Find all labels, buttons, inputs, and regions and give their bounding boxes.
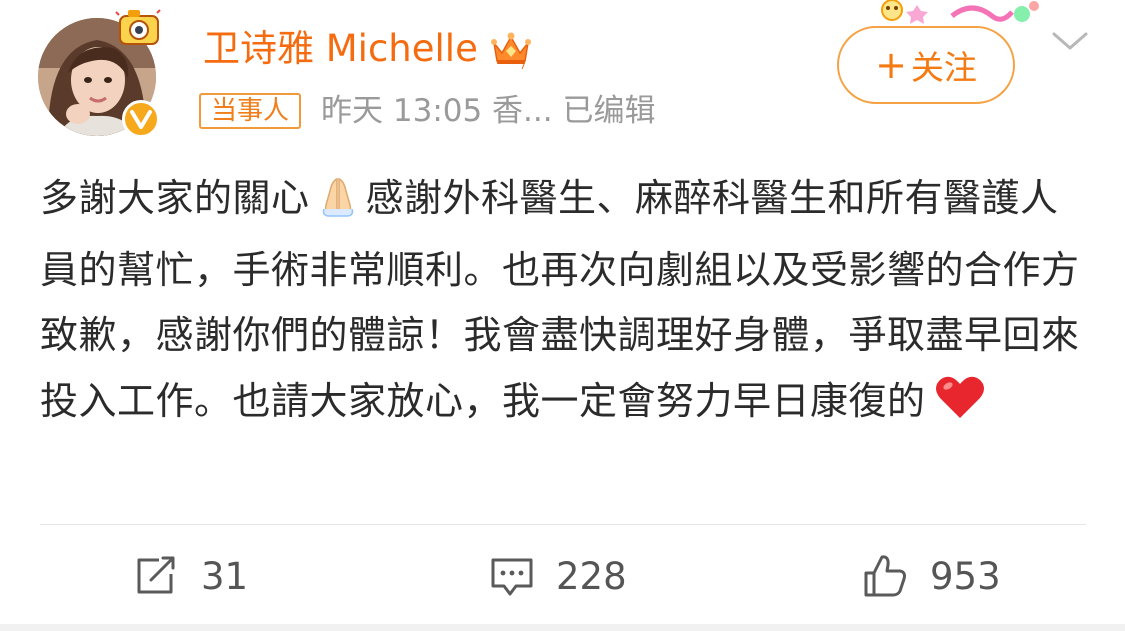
comment-count: 228 (556, 554, 627, 598)
like-count: 953 (930, 554, 1001, 598)
repost-count: 31 (201, 554, 249, 598)
follow-button[interactable]: + 关注 (837, 26, 1015, 104)
post-action-bar: 31 228 953 (0, 548, 1125, 604)
red-heart-emoji (934, 374, 986, 441)
bottom-separator-bar (0, 624, 1125, 631)
post-content: 多謝大家的關心 感謝外科醫生、麻醉科醫生和所有醫護人員的幫忙，手術非常順利。也再… (40, 166, 1090, 440)
chevron-down-icon[interactable] (1050, 28, 1090, 56)
avatar-pendant-camera-icon (115, 9, 161, 45)
crown-icon: 7 (490, 32, 531, 69)
folded-hands-emoji (318, 172, 358, 238)
repost-button[interactable]: 31 (135, 548, 248, 604)
plus-icon: + (875, 43, 907, 87)
comment-icon (491, 558, 533, 596)
repost-icon (137, 556, 175, 594)
thumbs-up-icon (864, 555, 906, 597)
author-avatar[interactable] (38, 9, 161, 140)
author-name-row: 卫诗雅 Michelle 7 (203, 24, 532, 74)
verified-v-icon (122, 100, 160, 138)
comment-button[interactable]: 228 (490, 548, 627, 604)
post-meta-row: 当事人 昨天 13:05 香... 已编辑 (199, 90, 655, 132)
weibo-post-card: 卫诗雅 Michelle 7 当事人 昨天 13:05 香... 已编辑 + 关… (0, 0, 1125, 631)
follow-label: 关注 (910, 48, 977, 87)
author-name[interactable]: 卫诗雅 Michelle (203, 24, 478, 74)
like-button[interactable]: 953 (862, 548, 1001, 604)
post-text-part-1: 多謝大家的關心 (40, 176, 310, 220)
svg-text:7: 7 (520, 62, 526, 69)
post-meta-text: 昨天 13:05 香... 已编辑 (321, 93, 656, 129)
role-tag-badge: 当事人 (199, 93, 302, 129)
footer-divider (40, 524, 1086, 525)
